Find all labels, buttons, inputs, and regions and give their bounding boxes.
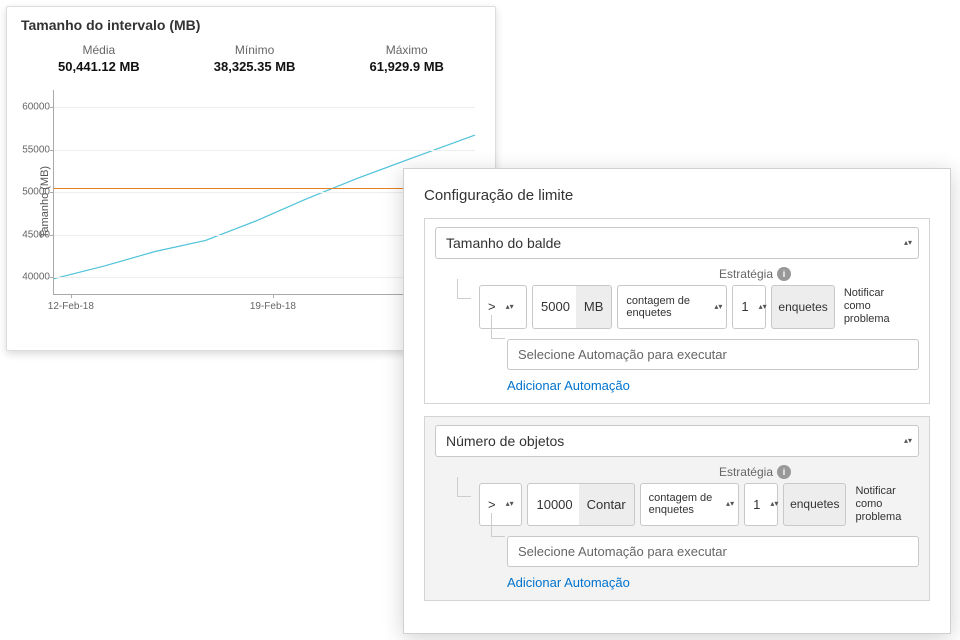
spinner-icon: ▴▾ xyxy=(755,304,771,310)
metric-select[interactable]: Número de objetos ▴▾ xyxy=(435,425,919,457)
strategy-header: Estratégia i xyxy=(435,267,791,281)
stat-max-label: Máximo xyxy=(370,43,444,57)
poll-count-value: 1 xyxy=(733,293,754,320)
spinner-icon: ▴▾ xyxy=(710,304,726,310)
tree-connector xyxy=(457,279,471,299)
info-icon[interactable]: i xyxy=(777,465,791,479)
strategy-value: contagem de enquetes xyxy=(641,486,722,522)
strategy-select[interactable]: contagem de enquetes ▴▾ xyxy=(617,285,727,329)
automation-row: Selecione Automação para executar xyxy=(507,536,919,567)
y-tick-label: 60000 xyxy=(12,101,50,112)
threshold-config-panel: Configuração de limite Tamanho do balde … xyxy=(403,168,951,634)
spinner-icon: ▴▾ xyxy=(904,438,912,444)
strategy-label: Estratégia xyxy=(719,267,773,281)
automation-select[interactable]: Selecione Automação para executar xyxy=(507,536,919,567)
info-icon[interactable]: i xyxy=(777,267,791,281)
strategy-select[interactable]: contagem de enquetes ▴▾ xyxy=(640,483,739,527)
strategy-value: contagem de enquetes xyxy=(618,289,710,325)
notify-label: Notificar como problema xyxy=(851,483,919,527)
poll-count-input[interactable]: 1 ▴▾ xyxy=(744,483,778,527)
tree-connector xyxy=(457,477,471,497)
notify-label: Notificar como problema xyxy=(840,285,914,329)
tree-connector xyxy=(491,513,505,537)
chart-ylabel: Tamanho (MB) xyxy=(39,165,51,237)
threshold-block-object-count: Número de objetos ▴▾ Estratégia i > ▴▾ 1… xyxy=(424,416,930,602)
threshold-value-input[interactable]: 5000 xyxy=(532,285,576,329)
threshold-value: 10000 xyxy=(528,491,578,518)
threshold-controls: > ▴▾ 10000 Contar contagem de enquetes ▴… xyxy=(479,483,919,527)
spinner-icon: ▴▾ xyxy=(904,240,912,246)
y-tick-label: 40000 xyxy=(12,272,50,283)
threshold-controls: > ▴▾ 5000 MB contagem de enquetes ▴▾ 1 ▴… xyxy=(479,285,919,329)
poll-unit: enquetes xyxy=(771,285,834,329)
metric-select-value: Número de objetos xyxy=(446,433,564,449)
y-tick-label: 50000 xyxy=(12,187,50,198)
stat-min-value: 38,325.35 MB xyxy=(214,59,296,74)
x-tick-label: 12-Feb-18 xyxy=(48,301,94,312)
config-title: Configuração de limite xyxy=(424,187,930,204)
stat-max-value: 61,929.9 MB xyxy=(370,59,444,74)
metric-select[interactable]: Tamanho do balde ▴▾ xyxy=(435,227,919,259)
spinner-icon: ▴▾ xyxy=(502,501,518,507)
y-tick-label: 45000 xyxy=(12,229,50,240)
automation-select[interactable]: Selecione Automação para executar xyxy=(507,339,919,370)
add-automation-link[interactable]: Adicionar Automação xyxy=(507,575,919,590)
spinner-icon: ▴▾ xyxy=(502,304,518,310)
automation-placeholder: Selecione Automação para executar xyxy=(518,347,727,362)
stat-avg-label: Média xyxy=(58,43,140,57)
add-automation-link[interactable]: Adicionar Automação xyxy=(507,378,919,393)
threshold-unit: Contar xyxy=(579,483,635,527)
threshold-value-input[interactable]: 10000 xyxy=(527,483,578,527)
stat-max: Máximo 61,929.9 MB xyxy=(370,43,444,74)
automation-row: Selecione Automação para executar xyxy=(507,339,919,370)
poll-unit: enquetes xyxy=(783,483,846,527)
threshold-value: 5000 xyxy=(533,293,576,320)
poll-count-input[interactable]: 1 ▴▾ xyxy=(732,285,766,329)
threshold-block-bucket-size: Tamanho do balde ▴▾ Estratégia i > ▴▾ 50… xyxy=(424,218,930,404)
spinner-icon: ▴▾ xyxy=(722,501,738,507)
threshold-unit: MB xyxy=(576,285,613,329)
y-tick-label: 55000 xyxy=(12,144,50,155)
stat-avg: Média 50,441.12 MB xyxy=(58,43,140,74)
chart-stats: Média 50,441.12 MB Mínimo 38,325.35 MB M… xyxy=(7,37,495,84)
stat-min-label: Mínimo xyxy=(214,43,296,57)
tree-connector xyxy=(491,315,505,339)
x-tick-label: 19-Feb-18 xyxy=(250,301,296,312)
stat-avg-value: 50,441.12 MB xyxy=(58,59,140,74)
spinner-icon: ▴▾ xyxy=(766,501,782,507)
strategy-header: Estratégia i xyxy=(435,465,791,479)
poll-count-value: 1 xyxy=(745,491,766,518)
strategy-label: Estratégia xyxy=(719,465,773,479)
metric-select-value: Tamanho do balde xyxy=(446,235,561,251)
stat-min: Mínimo 38,325.35 MB xyxy=(214,43,296,74)
chart-title: Tamanho do intervalo (MB) xyxy=(7,7,495,37)
automation-placeholder: Selecione Automação para executar xyxy=(518,544,727,559)
